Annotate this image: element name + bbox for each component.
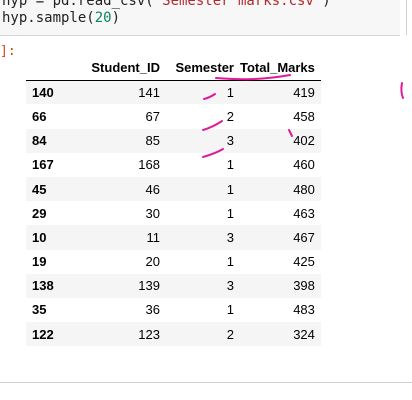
cell-student-id: 67: [145, 108, 160, 124]
code-line-2: hyp.sample(20): [2, 10, 120, 26]
cell-semester: 3: [226, 133, 234, 149]
cell-semester: 3: [226, 229, 234, 245]
cell-student-id: 168: [138, 157, 160, 173]
table-row: 19 20 1 425: [26, 250, 321, 274]
row-index: 122: [32, 326, 54, 342]
row-index: 35: [32, 302, 47, 318]
row-index: 29: [32, 205, 47, 221]
row-index: 167: [32, 157, 54, 173]
row-index: 66: [32, 108, 47, 124]
table-header-row: Student_ID Semester Total_Marks: [26, 56, 321, 81]
cell-semester: 1: [226, 205, 234, 221]
cell-student-id: 20: [145, 254, 160, 270]
cell-student-id: 11: [146, 229, 161, 245]
cell-total-marks: 425: [293, 254, 315, 270]
header-index: [26, 56, 70, 80]
cell-semester: 1: [226, 85, 234, 101]
edge-mark: [400, 82, 404, 99]
cell-total-marks: 480: [293, 181, 315, 197]
cell-total-marks: 398: [293, 278, 315, 294]
cell-semester: 1: [226, 181, 234, 197]
output-prompt: ]:: [0, 44, 16, 59]
cell-student-id: 85: [145, 133, 160, 149]
table-row: 45 46 1 480: [26, 176, 321, 202]
header-semester: Semester: [175, 60, 234, 76]
table-row: 140 141 1 419: [26, 80, 321, 105]
header-total-marks: Total_Marks: [240, 60, 315, 76]
cell-student-id: 123: [138, 326, 160, 342]
cell-semester: 1: [226, 157, 234, 173]
header-student-id: Student_ID: [91, 60, 160, 76]
cell-divider: [0, 382, 412, 383]
code-number: 20: [94, 10, 112, 26]
table-row: 84 85 3 402: [26, 128, 321, 153]
table-row: 35 36 1 483: [26, 298, 321, 322]
code-text: hyp = pd.read_csv(: [2, 0, 154, 9]
table-row: 66 67 2 458: [26, 104, 321, 128]
cell-semester: 3: [226, 278, 234, 294]
row-index: 45: [32, 181, 47, 197]
cell-semester: 2: [226, 326, 234, 342]
row-index: 10: [32, 229, 47, 245]
table-row: 167 168 1 460: [26, 153, 321, 177]
cell-total-marks: 463: [293, 205, 315, 221]
code-text: ): [111, 10, 121, 26]
cell-semester: 1: [226, 254, 234, 270]
cell-student-id: 30: [145, 205, 160, 221]
table-row: 29 30 1 463: [26, 201, 321, 225]
cell-student-id: 139: [138, 278, 160, 294]
cell-student-id: 46: [145, 181, 160, 197]
cell-total-marks: 402: [293, 133, 315, 149]
code-line-1: hyp = pd.read_csv('Semester marks.csv'): [2, 0, 331, 9]
cell-total-marks: 467: [293, 229, 315, 245]
cell-border: [406, 0, 407, 35]
cell-total-marks: 324: [293, 326, 315, 342]
table-row: 138 139 3 398: [26, 273, 321, 298]
table-body: 140 141 1 419 66 67 2 458 84 85 3 402 167 168 1 460 45 46…: [26, 80, 321, 347]
cell-total-marks: 460: [293, 157, 315, 173]
code-text: hyp.sample(: [2, 10, 95, 26]
row-index: 19: [32, 254, 47, 270]
cell-semester: 1: [226, 302, 234, 318]
cell-student-id: 141: [138, 85, 160, 101]
row-index: 138: [32, 278, 54, 294]
cell-student-id: 36: [145, 302, 160, 318]
cell-total-marks: 458: [293, 108, 315, 124]
code-text: ): [322, 0, 331, 9]
code-cell[interactable]: hyp = pd.read_csv('Semester marks.csv') …: [0, 0, 400, 36]
cell-semester: 2: [226, 108, 234, 124]
row-index: 140: [32, 85, 54, 101]
cell-total-marks: 419: [293, 85, 315, 101]
code-string: 'Semester marks.csv': [153, 0, 323, 9]
dataframe-table: Student_ID Semester Total_Marks 140 141 1 4…: [26, 56, 321, 347]
table-row: 10 11 3 467: [26, 225, 321, 250]
row-index: 84: [32, 133, 47, 149]
table-row: 122 123 2 324: [26, 322, 321, 347]
cell-total-marks: 483: [293, 302, 315, 318]
